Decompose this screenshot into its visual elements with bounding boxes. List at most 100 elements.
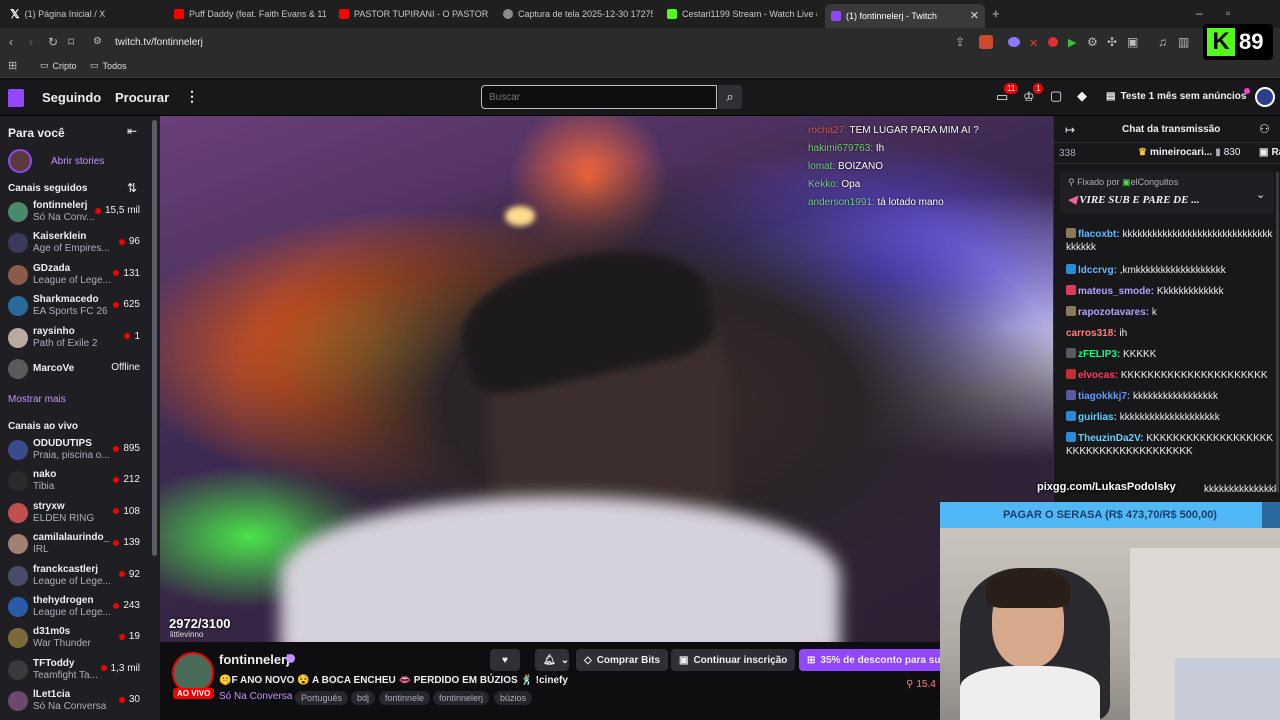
chat-username[interactable]: guirlias: [1078, 412, 1117, 423]
collapse-chat-icon[interactable]: ↦ [1065, 123, 1075, 137]
sidebar-channel-item[interactable]: camilalaurindo_ IRL 139 [0, 530, 150, 560]
resubscribe-button[interactable]: ▣ Continuar inscrição [671, 649, 796, 671]
extension-icon[interactable]: ⚙ [1087, 35, 1098, 49]
tag[interactable]: bdj [351, 691, 376, 705]
browser-tab[interactable]: Captura de tela 2025-12-30 172756 [503, 4, 653, 24]
follow-button[interactable]: ♥ [490, 649, 520, 671]
category-link[interactable]: Só Na Conversa [219, 691, 292, 702]
chat-username[interactable]: zFELIP3: [1078, 349, 1120, 360]
sidebar-channel-item[interactable]: GDzada League of Lege... 131 [0, 261, 150, 291]
tag[interactable]: fontinnele [379, 691, 431, 705]
back-icon[interactable]: ‹ [9, 35, 13, 49]
bookmarks-bar: ⊞ ▭ Cripto ▭ Todos [0, 56, 1280, 78]
sidebar-channel-item[interactable]: TFToddy Teamfight Ta... 1,3 mil [0, 656, 150, 686]
channel-name[interactable]: fontinnelerj [219, 652, 290, 667]
browser-tab[interactable]: 𝕏 (1) Página Inicial / X [10, 4, 160, 24]
tag[interactable]: búzios [494, 691, 533, 705]
chat-username[interactable]: carros318: [1066, 328, 1117, 339]
url-text[interactable]: twitch.tv/fontinnelerj [115, 37, 203, 48]
chat-username[interactable]: rapozotavares: [1078, 307, 1149, 318]
sidebar-channel-item[interactable]: Kaiserklein Age of Empires... 96 [0, 229, 150, 259]
show-more-link[interactable]: Mostrar mais [8, 394, 66, 405]
chat-username[interactable]: tiagokkkj7: [1078, 391, 1130, 402]
nav-browse[interactable]: Procurar [115, 90, 169, 105]
puzzle-icon[interactable]: ✣ [1107, 35, 1117, 49]
sidebar-channel-item[interactable]: lLet1cia Só Na Conversa 30 [0, 687, 150, 717]
tag[interactable]: Português [295, 691, 349, 705]
reload-icon[interactable]: ↻ [48, 35, 58, 49]
sub-promo-button[interactable]: ⊞ 35% de desconto para sub [799, 649, 949, 671]
chat-username[interactable]: elvocas: [1078, 370, 1118, 381]
notifications-button[interactable]: 🔔︎ ⌄ [535, 649, 569, 671]
open-stories-link[interactable]: Abrir stories [51, 156, 104, 167]
buy-bits-button[interactable]: ◇ Comprar Bits [576, 649, 669, 671]
crown-icon[interactable]: ♔ [1023, 90, 1035, 104]
close-icon[interactable]: ✕ [970, 9, 979, 23]
site-info-icon[interactable]: ⚙ [93, 35, 102, 49]
webcam-hair [986, 568, 1070, 608]
bits-icon[interactable]: ◆ [1077, 89, 1087, 103]
sidebar-channel-item[interactable]: thehydrogen League of Lege... 243 [0, 593, 150, 623]
inbox-badge: 11 [1004, 83, 1019, 94]
sidebar-channel-item[interactable]: d31m0s War Thunder 19 [0, 624, 150, 654]
twitch-logo-icon[interactable] [8, 89, 24, 107]
chevron-down-icon[interactable]: ⌄ [1256, 188, 1265, 201]
sidebar-channel-item[interactable]: stryxw ELDEN RING 108 [0, 499, 150, 529]
forward-icon[interactable]: › [29, 35, 33, 49]
turbo-button[interactable]: ▤ Teste 1 mês sem anúncios [1106, 91, 1246, 102]
sidebar-channel-item[interactable]: raysinho Path of Exile 2 1 [0, 324, 150, 354]
sidebar-channel-item[interactable]: Sharkmacedo EA Sports FC 26 625 [0, 292, 150, 322]
bookmark-folder[interactable]: ▭ Cripto [40, 60, 77, 71]
music-icon[interactable]: ♫ [1158, 35, 1167, 49]
chat-username[interactable]: mateus_smode: [1078, 286, 1154, 297]
sidebar-channel-item[interactable]: franckcastlerj League of Lege... 92 [0, 562, 150, 592]
bookmark-folder[interactable]: ▭ Todos [90, 60, 127, 71]
browser-tab[interactable]: Puff Daddy (feat. Faith Evans & 112) [174, 4, 326, 24]
share-icon[interactable]: ⇪ [955, 35, 965, 49]
channel-game: Path of Exile 2 [33, 337, 98, 349]
sidebar-channel-item[interactable]: nako Tibia 212 [0, 467, 150, 497]
whispers-icon[interactable]: ▢ [1050, 89, 1062, 103]
sidebar-toggle-icon[interactable]: ▥ [1178, 35, 1189, 49]
tag[interactable]: fontinnelerj [433, 691, 490, 705]
browser-tab-active[interactable]: (1) fontinnelerj - Twitch ✕ [825, 4, 985, 28]
browser-tab[interactable]: Cestari1199 Stream - Watch Live on [667, 4, 817, 24]
extension-icon[interactable]: ✕ [1029, 37, 1038, 50]
chat-username[interactable]: ldccrvg: [1078, 265, 1117, 276]
new-tab-icon[interactable]: + [992, 7, 1000, 21]
users-icon[interactable]: ⚇ [1259, 122, 1270, 136]
collapse-sidebar-icon[interactable]: ⇤ [127, 124, 137, 138]
nav-following[interactable]: Seguindo [42, 90, 101, 105]
play-extension-icon[interactable]: ▶ [1068, 36, 1076, 49]
sidebar-channel-item[interactable]: ODUDUTIPS Praia, piscina o... 895 [0, 436, 150, 466]
bookmark-icon[interactable]: ⌑ [68, 35, 74, 49]
video-player[interactable]: rocha27: TEM LUGAR PARA MIM AI ? hakimi67… [160, 116, 1053, 642]
screenshot-icon[interactable]: ▣ [1127, 35, 1138, 49]
search-icon[interactable]: ⌕ [718, 85, 742, 109]
leaderboard-entry[interactable]: ▣Ra [1259, 147, 1280, 158]
avatar[interactable] [1255, 87, 1275, 107]
viewer-count: 96 [118, 236, 140, 247]
sidebar-scrollbar[interactable] [152, 120, 157, 556]
maximize-icon[interactable]: ▫ [1226, 6, 1230, 20]
extension-icon[interactable] [1008, 37, 1020, 47]
stories-avatar[interactable] [8, 149, 32, 173]
extension-icon[interactable] [1048, 37, 1058, 47]
search-input[interactable] [481, 85, 717, 109]
sort-icon[interactable]: ⇅ [127, 181, 137, 195]
pinned-message[interactable]: ⚲ Fixado por ▣elCongultos ◀ VIRE SUB E P… [1060, 172, 1274, 214]
chat-username[interactable]: flacoxbt: [1078, 229, 1120, 240]
more-menu-icon[interactable]: ⋮ [185, 88, 199, 105]
channel-game: ELDEN RING [33, 512, 95, 524]
leaderboard-entry[interactable]: ♛ mineirocari... ▮ 830 [1138, 147, 1240, 158]
sidebar-channel-item[interactable]: fontinnelerj Só Na Conv... 15,5 mil [0, 198, 150, 228]
chat-scrollbar[interactable] [1276, 172, 1279, 492]
minimize-icon[interactable]: – [1196, 6, 1203, 20]
apps-grid-icon[interactable]: ⊞ [8, 59, 17, 73]
chat-message: TheuzinDa2V: KKKKKKKKKKKKKKKKKKKKKKKKKKK… [1066, 432, 1276, 458]
viewer-count: Offline [111, 362, 140, 373]
sidebar-channel-item[interactable]: MarcoVe Offline [0, 355, 150, 385]
chat-username[interactable]: TheuzinDa2V: [1078, 433, 1144, 444]
browser-tab[interactable]: PASTOR TUPIRANI - O PASTOR INCA [339, 4, 489, 24]
brave-shield-icon[interactable] [979, 35, 993, 49]
